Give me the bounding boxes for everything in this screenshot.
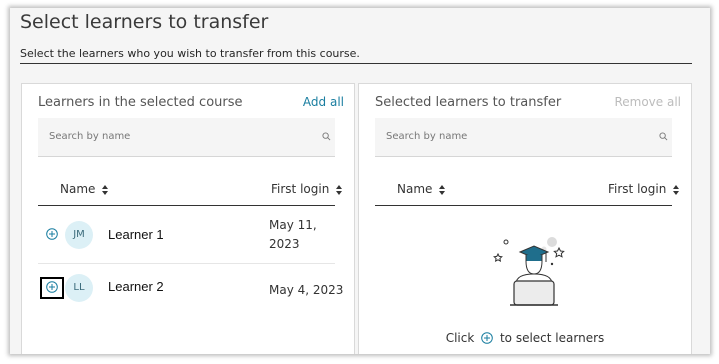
column-label: First login [608, 182, 667, 196]
search-icon[interactable] [322, 132, 331, 141]
empty-state-text: to select learners [499, 331, 605, 345]
first-login-date: May 11, 2023 [269, 216, 335, 254]
graduate-laptop-illustration [493, 237, 565, 306]
learner-row: JM Learner 1 May 11, 2023 [38, 207, 335, 264]
sort-icon [439, 184, 446, 195]
title-divider [20, 63, 692, 64]
empty-state-text: Click [445, 331, 475, 345]
sort-icon [673, 184, 680, 195]
header-divider [38, 205, 335, 206]
add-learner-icon[interactable] [46, 281, 58, 293]
add-all-button[interactable]: Add all [303, 95, 344, 109]
empty-state-message: Click to select learners [359, 331, 691, 345]
page-title: Select learners to transfer [20, 11, 269, 33]
search-input[interactable] [375, 118, 656, 155]
learner-row: LL Learner 2 May 4, 2023 [38, 264, 343, 320]
column-label: Name [397, 182, 433, 196]
sort-icon [336, 184, 343, 195]
learner-name: Learner 1 [108, 227, 164, 242]
avatar: JM [65, 221, 93, 249]
first-login-column-header[interactable]: First login [271, 182, 343, 196]
plus-circle-icon [481, 332, 493, 344]
selected-learners-panel: Selected learners to transfer Remove all… [358, 83, 692, 354]
learner-name: Learner 2 [108, 279, 164, 294]
page-subtitle: Select the learners who you wish to tran… [20, 47, 360, 60]
date-line: 2023 [269, 237, 300, 251]
name-column-header[interactable]: Name [397, 182, 446, 196]
search-box [38, 118, 335, 157]
search-icon[interactable] [659, 132, 668, 141]
first-login-date: May 4, 2023 [269, 283, 344, 297]
column-label: First login [271, 182, 330, 196]
name-column-header[interactable]: Name [60, 182, 109, 196]
header-divider [375, 205, 672, 206]
transfer-dialog: Select learners to transfer Select the l… [10, 8, 710, 354]
panel-title: Selected learners to transfer [375, 95, 562, 110]
add-learner-icon[interactable] [46, 228, 58, 240]
column-label: Name [60, 182, 96, 196]
panel-title: Learners in the selected course [38, 95, 243, 110]
date-line: May 11, [269, 218, 317, 232]
first-login-column-header[interactable]: First login [608, 182, 680, 196]
search-box [375, 118, 672, 157]
avatar: LL [65, 274, 93, 302]
course-learners-panel: Learners in the selected course Add all … [21, 83, 355, 354]
sort-icon [102, 184, 109, 195]
remove-all-button[interactable]: Remove all [614, 95, 681, 109]
search-input[interactable] [38, 118, 319, 155]
